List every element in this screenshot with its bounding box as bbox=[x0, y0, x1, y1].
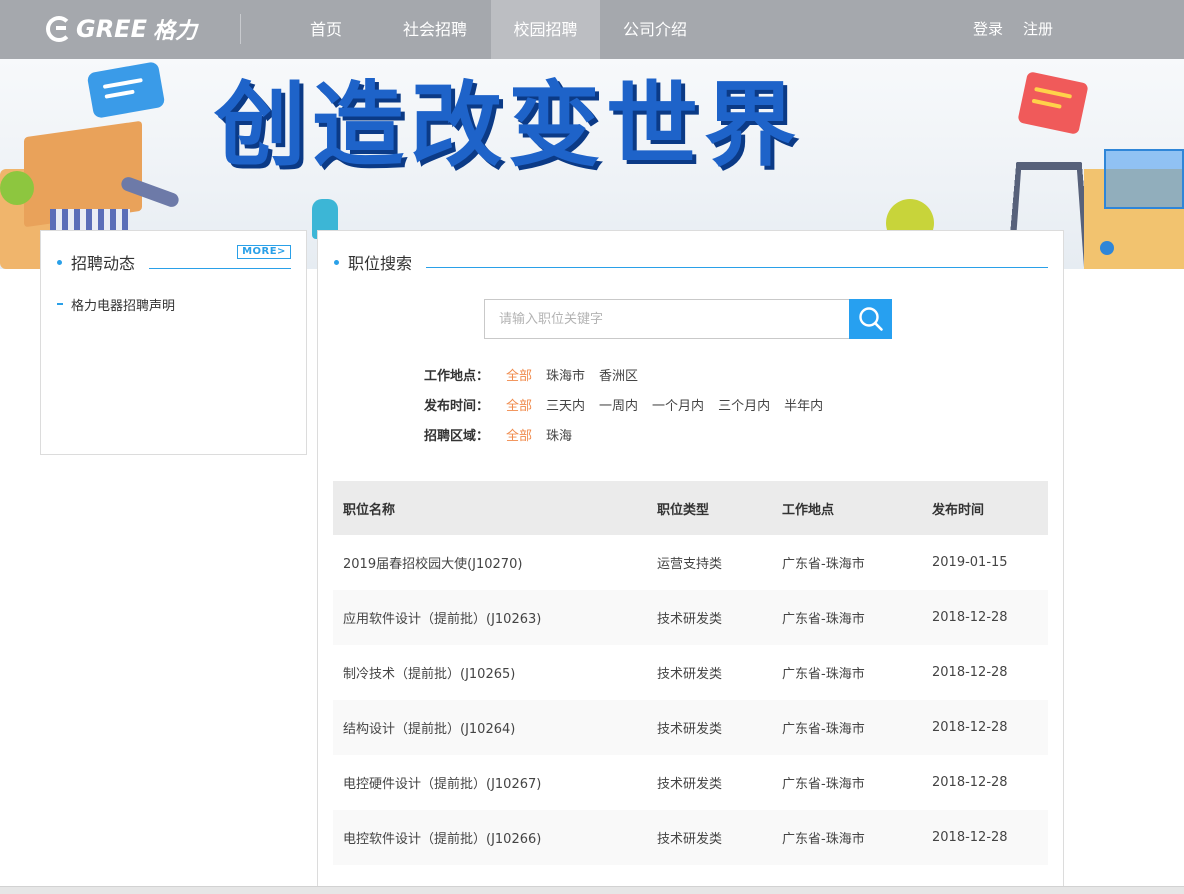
filter-option-region-all[interactable]: 全部 bbox=[506, 425, 532, 444]
table-row[interactable]: 制冷技术（提前批）(J10265) 技术研发类 广东省-珠海市 2018-12-… bbox=[333, 645, 1048, 700]
top-nav-bar: GREE 格力 首页 社会招聘 校园招聘 公司介绍 登录 注册 bbox=[0, 0, 1184, 59]
job-date-cell: 2019-01-15 bbox=[922, 535, 1048, 590]
job-date-cell: 2018-12-28 bbox=[922, 645, 1048, 700]
title-bullet-icon bbox=[57, 260, 62, 265]
news-item-label: 格力电器招聘声明 bbox=[71, 295, 175, 314]
job-type-cell: 技术研发类 bbox=[647, 645, 772, 700]
job-name-cell[interactable]: 应用软件设计（提前批）(J10263) bbox=[333, 590, 647, 645]
job-location-cell: 广东省-珠海市 bbox=[772, 755, 922, 810]
job-location-cell: 广东省-珠海市 bbox=[772, 700, 922, 755]
column-header-publish-date: 发布时间 bbox=[922, 481, 1048, 535]
logo-chinese-text: 格力 bbox=[153, 13, 197, 45]
search-icon bbox=[858, 306, 884, 332]
job-type-cell: 技术研发类 bbox=[647, 700, 772, 755]
filter-option-time-6months[interactable]: 半年内 bbox=[784, 395, 823, 414]
filter-label-publish-time: 发布时间： bbox=[424, 395, 506, 414]
filter-option-time-3months[interactable]: 三个月内 bbox=[718, 395, 770, 414]
news-panel-title: 招聘动态 bbox=[71, 250, 135, 274]
filter-label-location: 工作地点： bbox=[424, 365, 506, 384]
job-location-cell: 广东省-珠海市 bbox=[772, 535, 922, 590]
glass-box-illustration bbox=[1104, 149, 1184, 209]
banner-slogan: 创造改变世界 bbox=[214, 71, 802, 181]
nav-item-social-recruitment[interactable]: 社会招聘 bbox=[391, 0, 479, 59]
filter-option-time-all[interactable]: 全部 bbox=[506, 395, 532, 414]
job-type-cell: 技术研发类 bbox=[647, 755, 772, 810]
job-name-cell[interactable]: 电控软件设计（提前批）(J10266) bbox=[333, 810, 647, 865]
column-header-location: 工作地点 bbox=[772, 481, 922, 535]
job-list-table: 职位名称 职位类型 工作地点 发布时间 2019届春招校园大使(J10270) … bbox=[333, 481, 1048, 865]
job-location-cell: 广东省-珠海市 bbox=[772, 810, 922, 865]
job-name-cell[interactable]: 电控硬件设计（提前批）(J10267) bbox=[333, 755, 647, 810]
login-link[interactable]: 登录 bbox=[966, 0, 1010, 59]
chat-bubble-illustration bbox=[87, 61, 166, 119]
dot-illustration bbox=[1100, 241, 1114, 255]
filter-option-location-all[interactable]: 全部 bbox=[506, 365, 532, 384]
table-header-row: 职位名称 职位类型 工作地点 发布时间 bbox=[333, 481, 1048, 535]
filter-option-time-1week[interactable]: 一周内 bbox=[599, 395, 638, 414]
news-item[interactable]: 格力电器招聘声明 bbox=[57, 295, 175, 313]
job-location-cell: 广东省-珠海市 bbox=[772, 590, 922, 645]
ball-illustration bbox=[0, 171, 34, 205]
table-row[interactable]: 电控硬件设计（提前批）(J10267) 技术研发类 广东省-珠海市 2018-1… bbox=[333, 755, 1048, 810]
job-date-cell: 2018-12-28 bbox=[922, 590, 1048, 645]
job-date-cell: 2018-12-28 bbox=[922, 755, 1048, 810]
table-row[interactable]: 应用软件设计（提前批）(J10263) 技术研发类 广东省-珠海市 2018-1… bbox=[333, 590, 1048, 645]
job-type-cell: 技术研发类 bbox=[647, 590, 772, 645]
filter-option-time-1month[interactable]: 一个月内 bbox=[652, 395, 704, 414]
table-row[interactable]: 2019届春招校园大使(J10270) 运营支持类 广东省-珠海市 2019-0… bbox=[333, 535, 1048, 590]
title-underline bbox=[149, 268, 291, 269]
search-button[interactable] bbox=[849, 299, 892, 339]
job-name-cell[interactable]: 制冷技术（提前批）(J10265) bbox=[333, 645, 647, 700]
job-date-cell: 2018-12-28 bbox=[922, 810, 1048, 865]
conveyor-illustration bbox=[50, 209, 130, 231]
filter-option-location-xiangzhou[interactable]: 香洲区 bbox=[599, 365, 638, 384]
column-header-job-type: 职位类型 bbox=[647, 481, 772, 535]
dash-icon bbox=[57, 303, 63, 305]
filter-option-location-zhuhai[interactable]: 珠海市 bbox=[546, 365, 585, 384]
gree-logo-mark-icon bbox=[46, 16, 72, 42]
filter-row-region: 招聘区域： 全部 珠海 bbox=[424, 425, 586, 443]
column-header-job-name: 职位名称 bbox=[333, 481, 647, 535]
nav-item-campus-recruitment[interactable]: 校园招聘 bbox=[491, 0, 600, 59]
job-search-input[interactable] bbox=[484, 299, 849, 339]
job-name-cell[interactable]: 2019届春招校园大使(J10270) bbox=[333, 535, 647, 590]
logo-text: GREE bbox=[76, 15, 147, 43]
nav-item-home[interactable]: 首页 bbox=[288, 0, 364, 59]
search-panel-title: 职位搜索 bbox=[348, 250, 412, 274]
nav-divider bbox=[240, 14, 241, 44]
title-underline bbox=[426, 267, 1048, 268]
job-type-cell: 运营支持类 bbox=[647, 535, 772, 590]
table-row[interactable]: 电控软件设计（提前批）(J10266) 技术研发类 广东省-珠海市 2018-1… bbox=[333, 810, 1048, 865]
chat-bubble-illustration bbox=[1017, 71, 1088, 135]
title-bullet-icon bbox=[334, 260, 339, 265]
job-name-cell[interactable]: 结构设计（提前批）(J10264) bbox=[333, 700, 647, 755]
filter-option-time-3days[interactable]: 三天内 bbox=[546, 395, 585, 414]
job-date-cell: 2018-12-28 bbox=[922, 700, 1048, 755]
page-bottom-strip bbox=[0, 886, 1184, 894]
nav-item-company-intro[interactable]: 公司介绍 bbox=[611, 0, 699, 59]
table-row[interactable]: 结构设计（提前批）(J10264) 技术研发类 广东省-珠海市 2018-12-… bbox=[333, 700, 1048, 755]
filter-option-region-zhuhai[interactable]: 珠海 bbox=[546, 425, 572, 444]
more-button[interactable]: MORE> bbox=[237, 245, 291, 259]
job-type-cell: 技术研发类 bbox=[647, 810, 772, 865]
register-link[interactable]: 注册 bbox=[1016, 0, 1060, 59]
filter-row-location: 工作地点： 全部 珠海市 香洲区 bbox=[424, 365, 652, 383]
filter-row-publish-time: 发布时间： 全部 三天内 一周内 一个月内 三个月内 半年内 bbox=[424, 395, 837, 413]
recruitment-news-panel: 招聘动态 MORE> 格力电器招聘声明 bbox=[40, 230, 307, 455]
gree-logo[interactable]: GREE 格力 bbox=[46, 12, 197, 46]
job-location-cell: 广东省-珠海市 bbox=[772, 645, 922, 700]
filter-label-region: 招聘区域： bbox=[424, 425, 506, 444]
job-search-panel: 职位搜索 工作地点： 全部 珠海市 香洲区 发布时间： 全部 三天内 一周内 一… bbox=[317, 230, 1064, 894]
